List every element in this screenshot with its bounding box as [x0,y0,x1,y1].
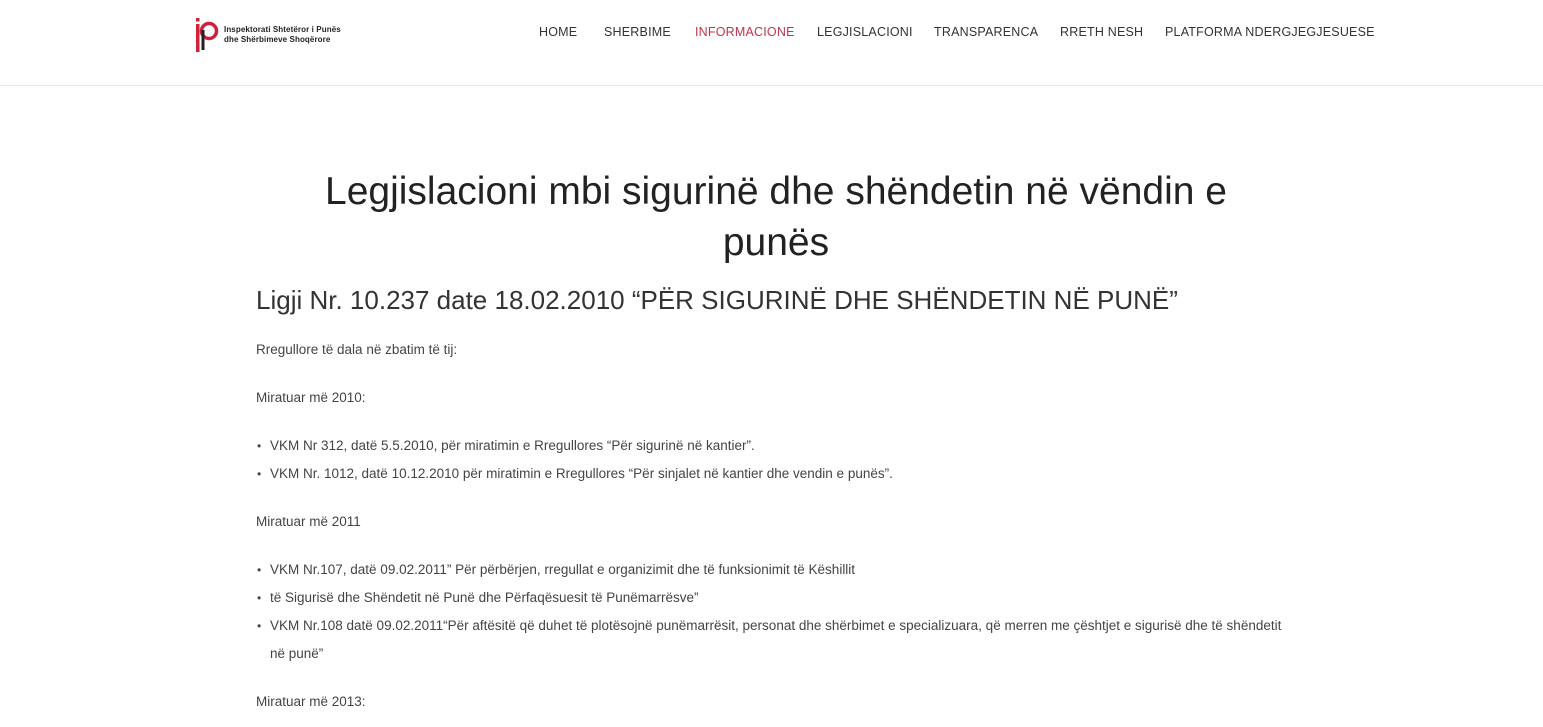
page-title: Legjislacioni mbi sigurinë dhe shëndetin… [256,166,1296,268]
list-item: VKM Nr.107, datë 09.02.2011” Për përbërj… [256,556,1300,584]
site-header: Inspektorati Shtetëror i Punës dhe Shërb… [0,0,1543,86]
section-heading-2010: Miratuar më 2010: [256,390,366,405]
nav-sherbime[interactable]: SHERBIME [604,25,671,39]
list-item: VKM Nr.108 datë 09.02.2011“Për aftësitë … [256,612,1300,668]
page-title-line-2: punës [722,221,830,264]
site-logo[interactable]: Inspektorati Shtetëror i Punës dhe Shërb… [196,18,366,54]
logo-line-2: dhe Shërbimeve Shoqërore [224,35,331,44]
list-2010: VKM Nr 312, datë 5.5.2010, për miratimin… [256,432,893,488]
nav-platforma-ndergjegjesuese[interactable]: PLATFORMA NDERGJEGJESUESE [1165,25,1375,39]
logo-line-1: Inspektorati Shtetëror i Punës [224,25,341,34]
nav-informacione[interactable]: INFORMACIONE [695,25,795,39]
law-title: Ligji Nr. 10.237 date 18.02.2010 “PËR SI… [256,285,1178,315]
list-item: VKM Nr. 1012, datë 10.12.2010 për mirati… [256,460,893,488]
nav-transparenca[interactable]: TRANSPARENCA [934,25,1038,39]
nav-home[interactable]: HOME [539,25,577,39]
logo-text: Inspektorati Shtetëror i Punës dhe Shërb… [224,25,341,45]
list-item: VKM Nr 312, datë 5.5.2010, për miratimin… [256,432,893,460]
list-2011: VKM Nr.107, datë 09.02.2011” Për përbërj… [256,556,1300,668]
nav-rreth-nesh[interactable]: RRETH NESH [1060,25,1143,39]
logo-mark-icon [196,18,219,52]
list-item: të Sigurisë dhe Shëndetit në Punë dhe Pë… [256,584,1300,612]
page-title-line-1: Legjislacioni mbi sigurinë dhe shëndetin… [325,170,1227,213]
intro-text: Rregullore të dala në zbatim të tij: [256,342,458,357]
section-heading-2011: Miratuar më 2011 [256,514,361,529]
nav-legjislacioni[interactable]: LEGJISLACIONI [817,25,913,39]
section-heading-2013: Miratuar më 2013: [256,694,366,709]
